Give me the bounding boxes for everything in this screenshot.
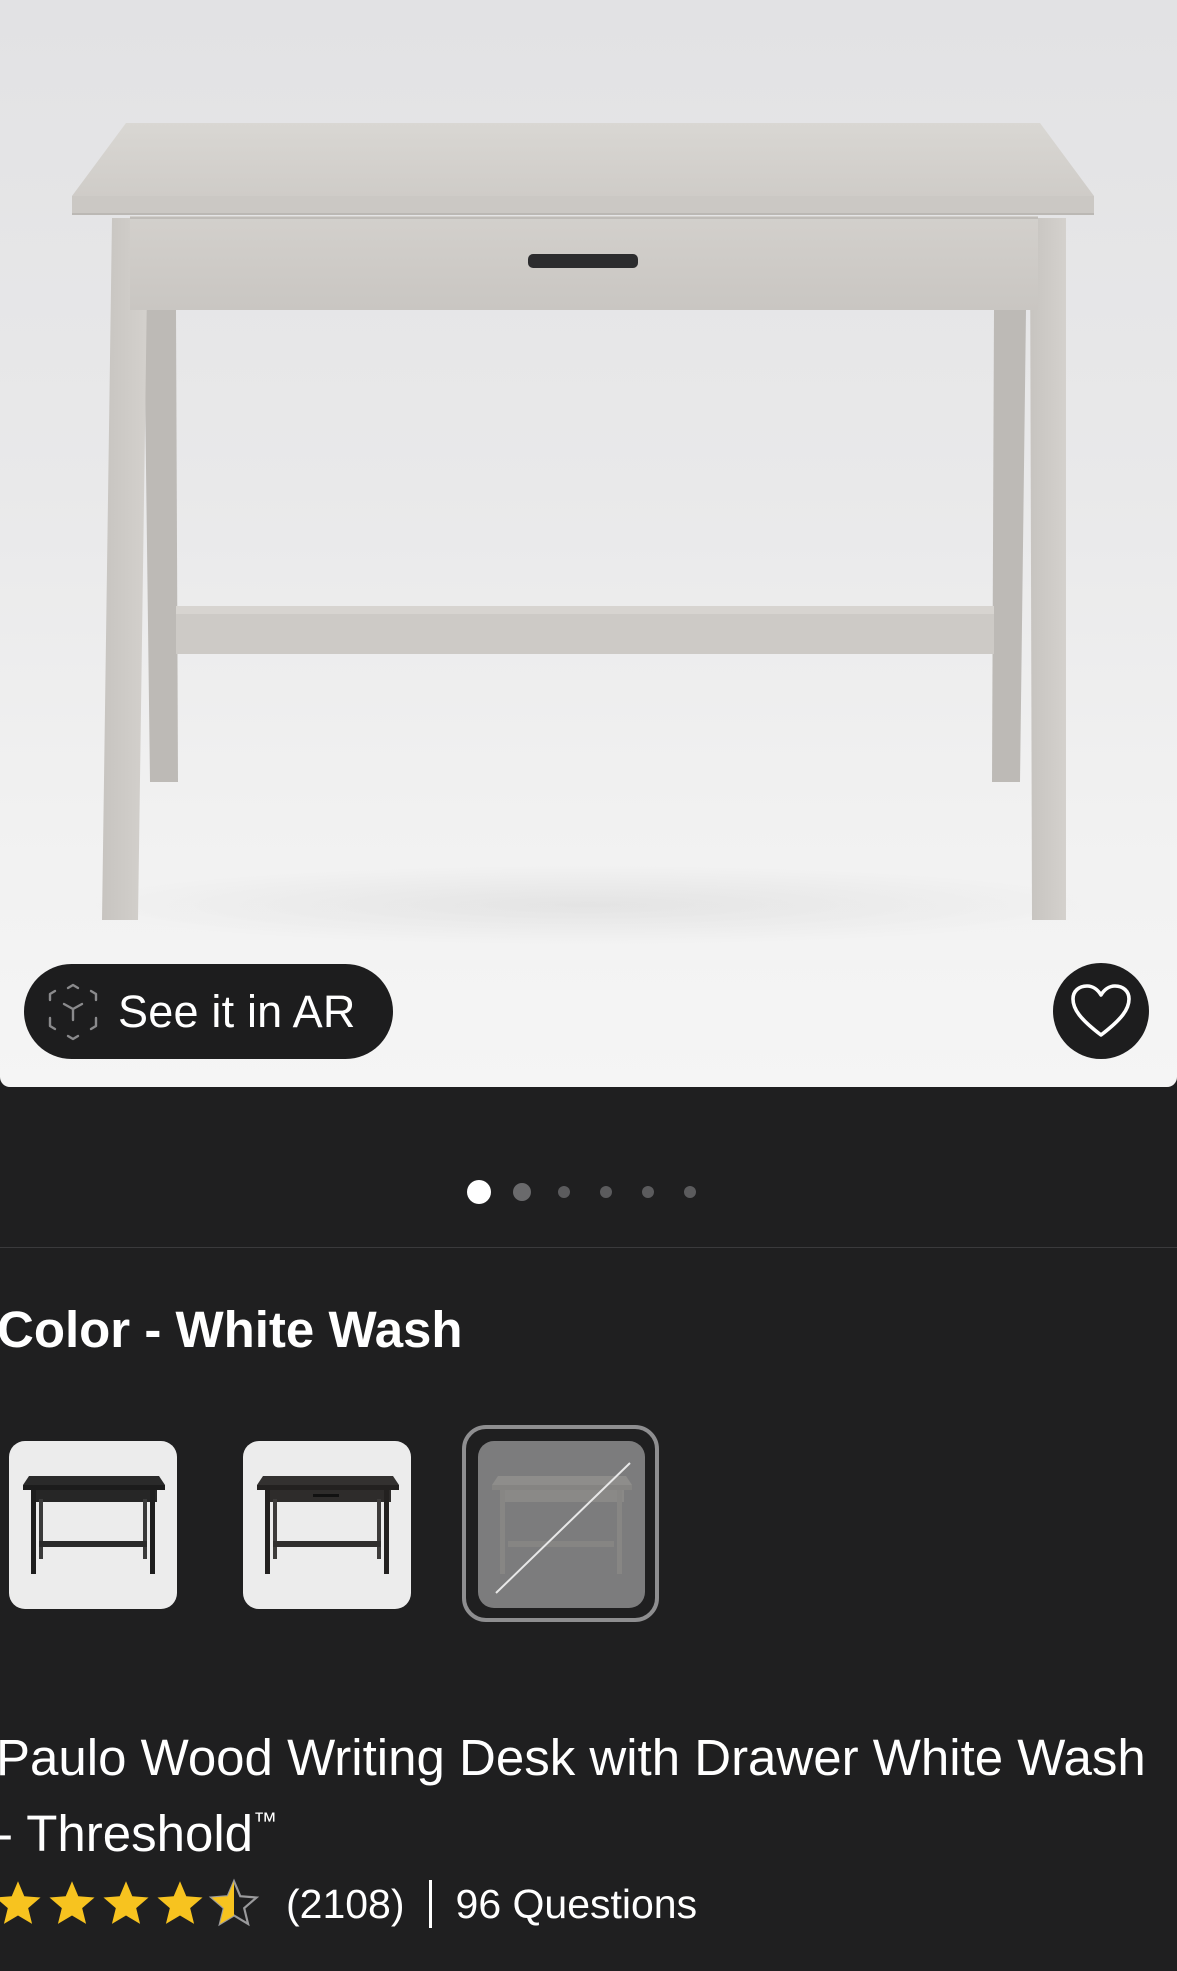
desk-image xyxy=(68,123,1108,945)
color-swatch-white-wash[interactable] xyxy=(478,1441,645,1608)
carousel-dot[interactable] xyxy=(642,1186,654,1198)
white-wash-desk-swatch-unavailable xyxy=(492,1462,632,1594)
carousel-dot[interactable] xyxy=(684,1186,696,1198)
product-title: Paulo Wood Writing Desk with Drawer Whit… xyxy=(0,1726,1146,1866)
heart-outline-icon xyxy=(1071,984,1131,1037)
star-rating[interactable] xyxy=(0,1878,262,1930)
color-swatch-espresso[interactable] xyxy=(243,1441,411,1609)
carousel-dot[interactable] xyxy=(513,1183,531,1201)
carousel-dot-active[interactable] xyxy=(467,1180,491,1204)
see-it-in-ar-button[interactable]: See it in AR xyxy=(24,964,393,1059)
review-count-link[interactable]: (2108) xyxy=(286,1881,405,1928)
espresso-desk-swatch xyxy=(257,1476,399,1574)
star-full-icon xyxy=(157,1881,203,1924)
rating-separator xyxy=(428,1880,432,1928)
see-it-in-ar-label: See it in AR xyxy=(118,985,356,1037)
color-swatch-black[interactable] xyxy=(9,1441,177,1609)
star-full-icon xyxy=(103,1881,149,1924)
favorite-button[interactable] xyxy=(1053,963,1149,1059)
section-divider xyxy=(0,1247,1177,1248)
star-full-icon xyxy=(49,1881,95,1924)
star-half-icon xyxy=(208,1878,260,1927)
image-carousel-indicator[interactable] xyxy=(0,1178,1177,1206)
carousel-dot[interactable] xyxy=(558,1186,570,1198)
rating-row[interactable]: (2108) 96 Questions xyxy=(0,1874,697,1934)
carousel-dot[interactable] xyxy=(600,1186,612,1198)
star-full-icon xyxy=(0,1881,41,1924)
trademark-symbol: ™ xyxy=(253,1808,278,1835)
cube-ar-icon xyxy=(48,983,98,1040)
black-desk-swatch xyxy=(23,1476,165,1574)
product-title-text: Paulo Wood Writing Desk with Drawer Whit… xyxy=(0,1729,1146,1862)
product-image[interactable]: See it in AR xyxy=(0,0,1177,1087)
questions-link[interactable]: 96 Questions xyxy=(456,1881,698,1928)
color-label: Color - White Wash xyxy=(0,1301,463,1358)
